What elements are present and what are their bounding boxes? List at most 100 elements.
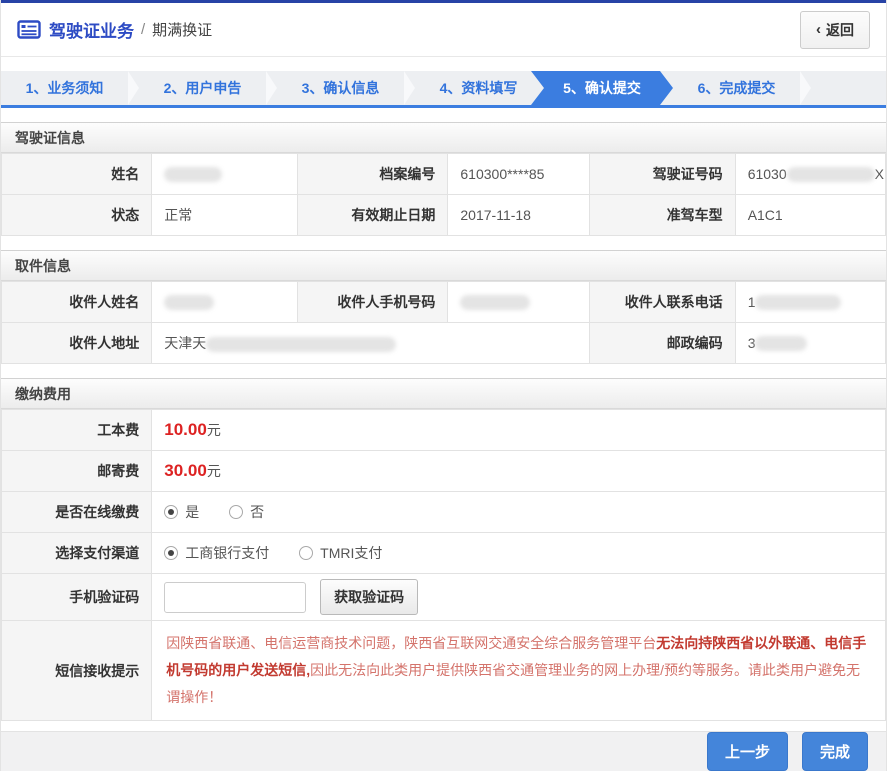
- production-fee-amount: 10.00: [164, 420, 207, 439]
- license-business-icon: [17, 20, 41, 39]
- status-value: 正常: [151, 194, 299, 236]
- page-title: 驾驶证业务: [49, 22, 134, 41]
- step-3-confirm-info[interactable]: 3、确认信息: [277, 71, 404, 105]
- get-code-button[interactable]: 获取验证码: [320, 579, 419, 615]
- postal-code-value: 3: [734, 322, 887, 364]
- radio-channel-icbc[interactable]: [164, 546, 179, 560]
- status-label: 状态: [0, 194, 153, 236]
- postage-fee-label: 邮寄费: [0, 450, 153, 492]
- step-4-fill-data[interactable]: 4、资料填写: [415, 71, 542, 105]
- step-6-complete[interactable]: 6、完成提交: [673, 71, 800, 105]
- expiry-date-value: 2017-11-18: [447, 194, 590, 236]
- notice-part-1: 因陕西省联通、电信运营商技术问题，陕西省互联网交通安全综合服务管理平台: [166, 635, 657, 651]
- radio-channel-tmri[interactable]: [299, 546, 314, 560]
- vehicle-class-label: 准驾车型: [588, 194, 736, 236]
- license-number-value: 61030 X: [734, 153, 887, 195]
- back-chevron-icon: ‹: [816, 21, 821, 38]
- radio-channel-tmri-label[interactable]: TMRI支付: [320, 545, 382, 561]
- radio-online-no[interactable]: [229, 505, 244, 519]
- file-number-value: 610300****85: [447, 153, 590, 195]
- sms-code-input[interactable]: [164, 581, 307, 613]
- online-payment-label: 是否在线缴费: [0, 491, 153, 533]
- redacted-name: [164, 167, 223, 183]
- table-row: 邮寄费 30.00元: [0, 450, 886, 492]
- online-payment-options: 是 否: [151, 491, 886, 533]
- table-row: 短信接收提示 因陕西省联通、电信运营商技术问题，陕西省互联网交通安全综合服务管理…: [0, 620, 886, 721]
- name-value: [151, 153, 299, 195]
- recipient-phone-label: 收件人联系电话: [588, 281, 736, 323]
- table-row: 姓名 档案编号 610300****85 驾驶证号码 61030 X: [0, 153, 887, 195]
- pickup-info-section-title: 取件信息: [1, 250, 886, 281]
- footer-action-bar: 上一步 完成: [1, 731, 886, 771]
- fees-section: 缴纳费用 工本费 10.00元 邮寄费 30.00元 是否在线缴费 是 否 选择…: [0, 378, 886, 721]
- pickup-info-table: 收件人姓名 收件人手机号码 收件人联系电话 1 收件人地址 天津天 邮政编码 3: [0, 281, 887, 364]
- breadcrumb-separator: /: [141, 21, 146, 38]
- radio-online-no-label[interactable]: 否: [250, 504, 264, 520]
- address-prefix: 天津天: [164, 335, 207, 351]
- sms-code-field: 获取验证码: [151, 573, 886, 621]
- postage-fee-amount: 30.00: [164, 461, 207, 480]
- table-row: 是否在线缴费 是 否: [0, 491, 886, 533]
- expiry-date-label: 有效期止日期: [297, 194, 449, 236]
- redacted-postal-code: [755, 336, 808, 352]
- license-number-suffix: X: [874, 165, 884, 182]
- currency-unit: 元: [206, 422, 221, 438]
- sms-notice-label: 短信接收提示: [0, 620, 153, 721]
- table-row: 状态 正常 有效期止日期 2017-11-18 准驾车型 A1C1: [0, 194, 887, 236]
- license-number-prefix: 61030: [747, 165, 787, 182]
- table-row: 选择支付渠道 工商银行支付 TMRI支付: [0, 532, 886, 574]
- back-button[interactable]: ‹ 返回: [800, 10, 870, 49]
- recipient-name-label: 收件人姓名: [0, 281, 153, 323]
- vehicle-class-value: A1C1: [734, 194, 887, 236]
- recipient-name-value: [151, 281, 299, 323]
- license-info-table: 姓名 档案编号 610300****85 驾驶证号码 61030 X 状态 正常 …: [0, 153, 887, 236]
- table-row: 手机验证码 获取验证码: [0, 573, 886, 621]
- production-fee-label: 工本费: [0, 409, 153, 451]
- sms-notice-text: 因陕西省联通、电信运营商技术问题，陕西省互联网交通安全综合服务管理平台无法向持陕…: [151, 620, 886, 721]
- redacted-license-number: [786, 167, 875, 183]
- step-separator-chevron: [800, 71, 811, 105]
- fees-section-title: 缴纳费用: [1, 378, 886, 409]
- recipient-mobile-label: 收件人手机号码: [297, 281, 449, 323]
- recipient-phone-value: 1: [734, 281, 887, 323]
- postal-prefix: 3: [747, 334, 756, 351]
- pickup-info-section: 取件信息 收件人姓名 收件人手机号码 收件人联系电话 1 收件人地址 天津天 邮…: [0, 250, 887, 364]
- sms-code-label: 手机验证码: [0, 573, 153, 621]
- file-number-label: 档案编号: [297, 153, 449, 195]
- redacted-recipient-name: [164, 295, 215, 311]
- table-row: 工本费 10.00元: [0, 409, 886, 451]
- license-info-section: 驾驶证信息 姓名 档案编号 610300****85 驾驶证号码 61030 X …: [0, 122, 887, 236]
- recipient-address-label: 收件人地址: [0, 322, 153, 364]
- recipient-address-value: 天津天: [151, 322, 590, 364]
- license-number-label: 驾驶证号码: [588, 153, 736, 195]
- payment-channel-label: 选择支付渠道: [0, 532, 153, 574]
- previous-step-button[interactable]: 上一步: [706, 732, 788, 771]
- license-info-section-title: 驾驶证信息: [1, 122, 886, 153]
- step-1-notice[interactable]: 1、业务须知: [1, 71, 128, 105]
- step-separator-chevron: [404, 71, 415, 105]
- payment-channel-options: 工商银行支付 TMRI支付: [151, 532, 886, 574]
- table-row: 收件人地址 天津天 邮政编码 3: [0, 322, 887, 364]
- radio-channel-icbc-label[interactable]: 工商银行支付: [185, 545, 269, 561]
- step-5-confirm-submit-active[interactable]: 5、确认提交: [531, 71, 673, 105]
- radio-online-yes-label[interactable]: 是: [185, 504, 199, 520]
- postal-code-label: 邮政编码: [588, 322, 736, 364]
- redacted-mobile: [460, 295, 531, 311]
- redacted-address: [206, 336, 397, 352]
- breadcrumb-current: 期满换证: [152, 22, 213, 39]
- page: 驾驶证业务 / 期满换证 ‹ 返回 1、业务须知 2、用户申告 3、确认信息 4…: [0, 0, 887, 771]
- step-separator-chevron: [266, 71, 277, 105]
- step-2-declaration[interactable]: 2、用户申告: [139, 71, 266, 105]
- header: 驾驶证业务 / 期满换证 ‹ 返回: [1, 3, 886, 57]
- radio-online-yes[interactable]: [164, 505, 179, 519]
- fees-table: 工本费 10.00元 邮寄费 30.00元 是否在线缴费 是 否 选择支付渠道 …: [0, 409, 886, 721]
- table-row: 收件人姓名 收件人手机号码 收件人联系电话 1: [0, 281, 887, 323]
- step-separator-chevron: [128, 71, 139, 105]
- finish-button[interactable]: 完成: [801, 732, 868, 771]
- back-button-label: 返回: [826, 21, 854, 38]
- redacted-phone: [755, 295, 842, 311]
- step-wizard: 1、业务须知 2、用户申告 3、确认信息 4、资料填写 5、确认提交 6、完成提…: [1, 71, 886, 108]
- currency-unit: 元: [206, 463, 221, 479]
- recipient-mobile-value: [447, 281, 590, 323]
- phone-prefix: 1: [747, 293, 756, 310]
